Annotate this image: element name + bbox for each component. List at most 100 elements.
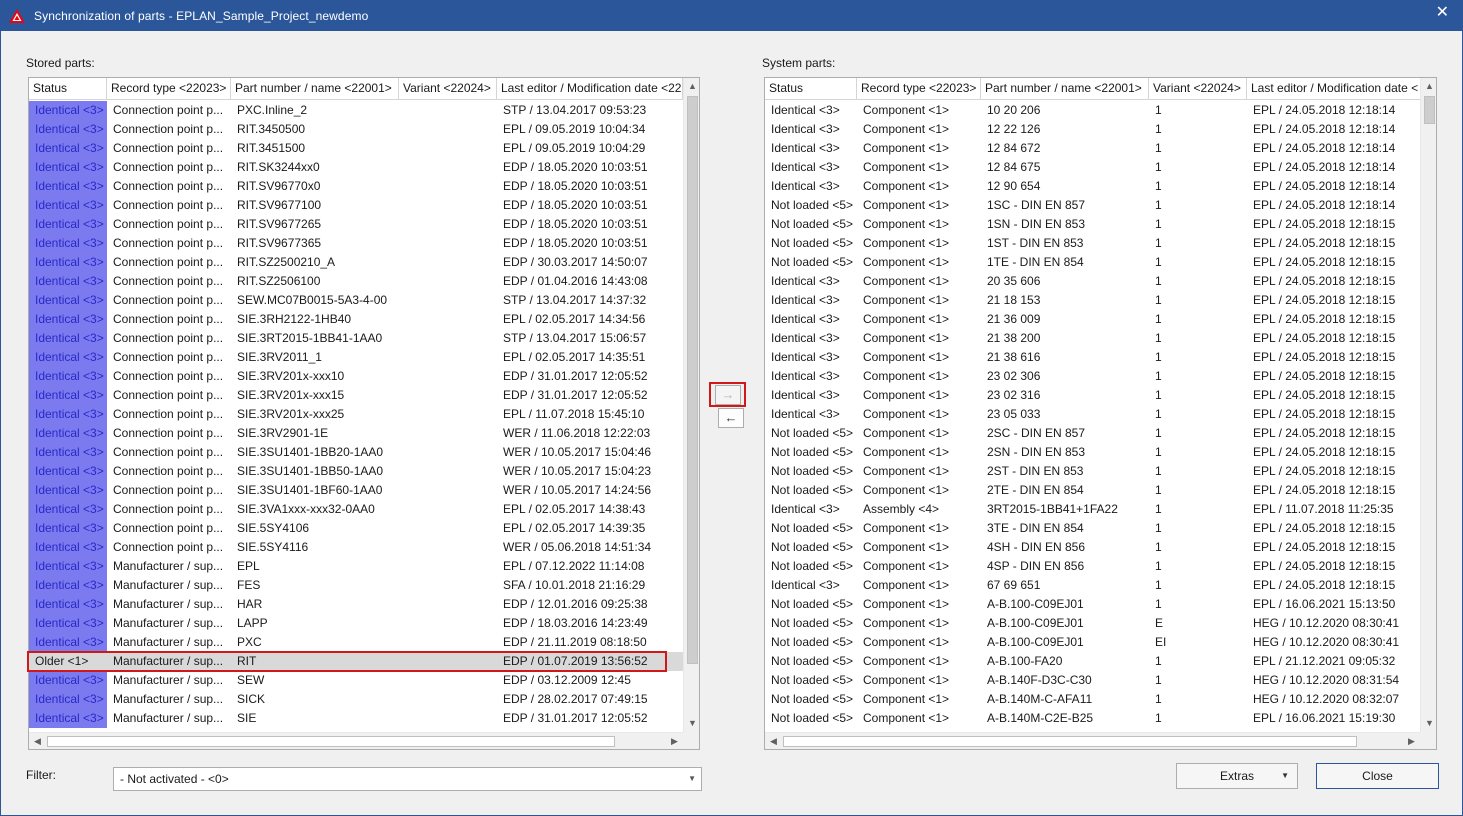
table-row[interactable]: Identical <3> Component <1> 23 02 306 1 EPL … [765,367,1421,386]
table-row[interactable]: Identical <3> Connection point p... RIT.SV… [29,177,683,196]
table-row[interactable]: Identical <3> Connection point p... RIT.34… [29,139,683,158]
table-row[interactable]: Identical <3> Component <1> 23 05 033 1 EPL … [765,405,1421,424]
stored-parts-hscroll[interactable]: ◀ ▶ [29,732,683,749]
table-row[interactable]: Identical <3> Component <1> 20 35 606 1 EPL … [765,272,1421,291]
table-row[interactable]: Identical <3> Component <1> 21 36 009 1 EPL … [765,310,1421,329]
table-row[interactable]: Identical <3> Connection point p... RIT.SV… [29,196,683,215]
scroll-down-icon[interactable]: ▼ [684,715,699,732]
scroll-down-icon[interactable]: ▼ [1421,715,1436,732]
stored-parts-grid[interactable]: Status Record type <22023> Part number / n… [28,77,700,750]
table-row[interactable]: Identical <3> Connection point p... SIE.3R… [29,329,683,348]
table-row[interactable]: Identical <3> Connection point p... SIE.3V… [29,500,683,519]
scroll-left-icon[interactable]: ◀ [29,733,46,749]
column-header-variant[interactable]: Variant <22024> [399,78,497,100]
scroll-thumb[interactable] [1424,96,1435,124]
column-header-variant[interactable]: Variant <22024> [1149,78,1247,100]
close-button[interactable]: Close [1316,763,1439,789]
table-row[interactable]: Identical <3> Connection point p... SIE.3S… [29,481,683,500]
table-row[interactable]: Identical <3> Connection point p... SIE.3S… [29,443,683,462]
table-row[interactable]: Not loaded <5> Component <1> 1SC - DIN EN … [765,196,1421,215]
table-row[interactable]: Identical <3> Assembly <4> 3RT2015-1BB41+1… [765,500,1421,519]
column-header-last-editor[interactable]: Last editor / Modification date <22 [497,78,683,100]
table-row[interactable]: Identical <3> Connection point p... SIE.3R… [29,405,683,424]
table-row[interactable]: Identical <3> Connection point p... RIT.SZ… [29,272,683,291]
column-header-record-type[interactable]: Record type <22023> [107,78,231,100]
table-row[interactable]: Not loaded <5> Component <1> 1ST - DIN EN … [765,234,1421,253]
scroll-thumb[interactable] [47,736,615,747]
table-row[interactable]: Identical <3> Connection point p... PXC.In… [29,101,683,120]
scroll-right-icon[interactable]: ▶ [666,733,683,749]
table-row[interactable]: Not loaded <5> Component <1> 4SP - DIN EN … [765,557,1421,576]
table-row[interactable]: Identical <3> Manufacturer / sup... PXC EDP… [29,633,683,652]
table-row[interactable]: Identical <3> Component <1> 10 20 206 1 EPL … [765,101,1421,120]
table-row[interactable]: Not loaded <5> Component <1> 2SC - DIN EN … [765,424,1421,443]
table-row[interactable]: Not loaded <5> Component <1> A-B.100-C09EJ… [765,633,1421,652]
table-row[interactable]: Identical <3> Manufacturer / sup... SIE EDP… [29,709,683,728]
table-row[interactable]: Identical <3> Manufacturer / sup... FES SFA… [29,576,683,595]
table-row[interactable]: Not loaded <5> Component <1> 2TE - DIN EN … [765,481,1421,500]
scroll-left-icon[interactable]: ◀ [765,733,782,749]
table-row[interactable]: Identical <3> Connection point p... SIE.5S… [29,519,683,538]
table-row[interactable]: Identical <3> Connection point p... RIT.SK… [29,158,683,177]
table-row[interactable]: Identical <3> Connection point p... RIT.SV… [29,215,683,234]
table-row[interactable]: Identical <3> Manufacturer / sup... SICK ED… [29,690,683,709]
table-row[interactable]: Not loaded <5> Component <1> 1SN - DIN EN … [765,215,1421,234]
table-row[interactable]: Identical <3> Component <1> 12 90 654 1 EPL … [765,177,1421,196]
table-row[interactable]: Not loaded <5> Component <1> 2SN - DIN EN … [765,443,1421,462]
table-row[interactable]: Identical <3> Component <1> 12 22 126 1 EPL … [765,120,1421,139]
table-row[interactable]: Not loaded <5> Component <1> 3TE - DIN EN … [765,519,1421,538]
scroll-up-icon[interactable]: ▲ [684,78,699,95]
table-row[interactable]: Identical <3> Manufacturer / sup... LAPP ED… [29,614,683,633]
table-row[interactable]: Not loaded <5> Component <1> A-B.140M-C2E-… [765,709,1421,728]
table-row[interactable]: Identical <3> Component <1> 21 18 153 1 EPL … [765,291,1421,310]
table-row[interactable]: Identical <3> Connection point p... SIE.3S… [29,462,683,481]
table-row[interactable]: Identical <3> Connection point p... RIT.SZ… [29,253,683,272]
table-row[interactable]: Not loaded <5> Component <1> 4SH - DIN EN … [765,538,1421,557]
table-row[interactable]: Not loaded <5> Component <1> A-B.140F-D3C-… [765,671,1421,690]
table-row[interactable]: Identical <3> Connection point p... SIE.3R… [29,424,683,443]
table-row[interactable]: Older <1> Manufacturer / sup... RIT EDP / 0… [29,652,683,671]
transfer-to-system-button[interactable]: → [715,385,741,405]
table-row[interactable]: Identical <3> Connection point p... RIT.SV… [29,234,683,253]
system-parts-vscroll[interactable]: ▲ ▼ [1420,78,1436,732]
table-row[interactable]: Identical <3> Manufacturer / sup... SEW EDP… [29,671,683,690]
column-header-status[interactable]: Status [765,78,857,100]
scroll-thumb[interactable] [687,96,698,664]
extras-button[interactable]: Extras ▼ [1176,763,1298,789]
table-row[interactable]: Not loaded <5> Component <1> A-B.100-FA20 1… [765,652,1421,671]
table-row[interactable]: Identical <3> Connection point p... SIE.3R… [29,348,683,367]
table-row[interactable]: Not loaded <5> Component <1> 1TE - DIN EN … [765,253,1421,272]
scroll-right-icon[interactable]: ▶ [1403,733,1420,749]
table-row[interactable]: Identical <3> Connection point p... SIE.3R… [29,310,683,329]
table-row[interactable]: Identical <3> Connection point p... SIE.5S… [29,538,683,557]
table-row[interactable]: Identical <3> Component <1> 12 84 675 1 EPL … [765,158,1421,177]
chevron-down-icon[interactable]: ▼ [688,768,696,790]
table-row[interactable]: Identical <3> Component <1> 67 69 651 1 EPL … [765,576,1421,595]
table-row[interactable]: Identical <3> Manufacturer / sup... EPL EPL… [29,557,683,576]
table-row[interactable]: Not loaded <5> Component <1> A-B.100-C09EJ… [765,614,1421,633]
scroll-thumb[interactable] [783,736,1357,747]
table-row[interactable]: Identical <3> Connection point p... SIE.3R… [29,367,683,386]
column-header-part-number[interactable]: Part number / name <22001> [981,78,1149,100]
table-row[interactable]: Not loaded <5> Component <1> A-B.140M-C-AF… [765,690,1421,709]
scroll-up-icon[interactable]: ▲ [1421,78,1436,95]
table-row[interactable]: Identical <3> Component <1> 23 02 316 1 EPL … [765,386,1421,405]
system-parts-grid[interactable]: Status Record type <22023> Part number / n… [764,77,1437,750]
column-header-record-type[interactable]: Record type <22023> [857,78,981,100]
filter-select[interactable]: - Not activated - <0> ▼ [113,767,702,791]
column-header-part-number[interactable]: Part number / name <22001> [231,78,399,100]
close-window-icon[interactable]: ✕ [1436,5,1449,21]
table-row[interactable]: Identical <3> Connection point p... RIT.34… [29,120,683,139]
system-parts-hscroll[interactable]: ◀ ▶ [765,732,1420,749]
table-row[interactable]: Identical <3> Component <1> 12 84 672 1 EPL … [765,139,1421,158]
column-header-last-editor[interactable]: Last editor / Modification date < [1247,78,1421,100]
table-row[interactable]: Identical <3> Connection point p... SIE.3R… [29,386,683,405]
table-row[interactable]: Identical <3> Manufacturer / sup... HAR EDP… [29,595,683,614]
table-row[interactable]: Not loaded <5> Component <1> A-B.100-C09EJ… [765,595,1421,614]
column-header-status[interactable]: Status [29,78,107,100]
table-row[interactable]: Identical <3> Component <1> 21 38 616 1 EPL … [765,348,1421,367]
table-row[interactable]: Identical <3> Connection point p... SEW.MC… [29,291,683,310]
table-row[interactable]: Not loaded <5> Component <1> 2ST - DIN EN … [765,462,1421,481]
stored-parts-vscroll[interactable]: ▲ ▼ [683,78,699,732]
table-row[interactable]: Identical <3> Component <1> 21 38 200 1 EPL … [765,329,1421,348]
